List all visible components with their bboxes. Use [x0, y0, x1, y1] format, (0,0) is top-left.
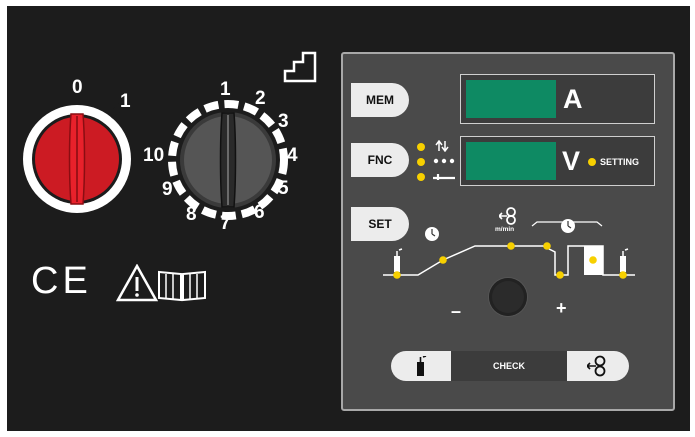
voltage-display: V SETTING	[460, 136, 655, 186]
setting-led	[588, 158, 596, 166]
machine-front: 0 1 1 2 3 4 5 6 7 8 9 10 CE MEM FNC SET …	[7, 6, 690, 431]
warning-icon	[116, 264, 158, 302]
voltage-position-5: 5	[278, 178, 289, 199]
setting-label: SETTING	[600, 157, 640, 167]
voltage-readout	[466, 142, 556, 180]
gas-cylinder-end-icon	[620, 248, 629, 272]
decrease-label: –	[451, 301, 462, 321]
increase-label: +	[556, 298, 567, 318]
voltage-position-6: 6	[254, 202, 265, 223]
wire-feed-icon	[587, 355, 606, 377]
check-label: CHECK	[451, 351, 567, 381]
pre-gas-timer-icon	[425, 227, 439, 241]
check-bar: CHECK	[391, 351, 629, 381]
voltage-selector-knob[interactable]	[167, 99, 289, 221]
mem-button[interactable]: MEM	[351, 83, 409, 117]
voltage-position-7: 7	[220, 213, 231, 234]
welding-sequence-diagram	[383, 219, 635, 279]
gas-cylinder-icon	[417, 356, 427, 376]
voltage-position-2: 2	[255, 88, 266, 109]
current-readout	[466, 80, 556, 118]
voltage-position-8: 8	[186, 204, 197, 225]
function-led-3	[417, 173, 425, 181]
voltage-position-1: 1	[220, 79, 231, 100]
voltage-position-3: 3	[278, 111, 289, 132]
stairs-icon	[283, 51, 317, 83]
gas-test-button[interactable]	[391, 351, 451, 381]
voltage-position-10: 10	[143, 145, 165, 166]
spot-mode-icon	[433, 158, 455, 164]
function-led-2	[417, 158, 425, 166]
power-position-1: 1	[120, 91, 131, 112]
two-stroke-icon	[435, 140, 449, 152]
fnc-button[interactable]: FNC	[351, 143, 409, 177]
post-gas-timer-icon	[561, 219, 575, 233]
wire-inch-button[interactable]	[567, 351, 629, 381]
adjust-encoder-knob[interactable]	[489, 278, 527, 316]
manual-book-icon	[158, 270, 206, 302]
voltage-unit: V	[562, 146, 581, 176]
pulse-mode-icon	[433, 174, 455, 180]
function-led-1	[417, 143, 425, 151]
power-switch[interactable]	[18, 100, 136, 218]
current-display: A	[460, 74, 655, 124]
voltage-position-4: 4	[287, 145, 298, 166]
voltage-position-9: 9	[162, 179, 173, 200]
gas-cylinder-start-icon	[394, 248, 403, 272]
current-unit: A	[563, 84, 583, 114]
control-panel: MEM FNC SET A V SETTING m/min – + CHECK	[341, 52, 675, 411]
power-position-0: 0	[72, 77, 83, 98]
ce-mark: CE	[31, 260, 92, 302]
